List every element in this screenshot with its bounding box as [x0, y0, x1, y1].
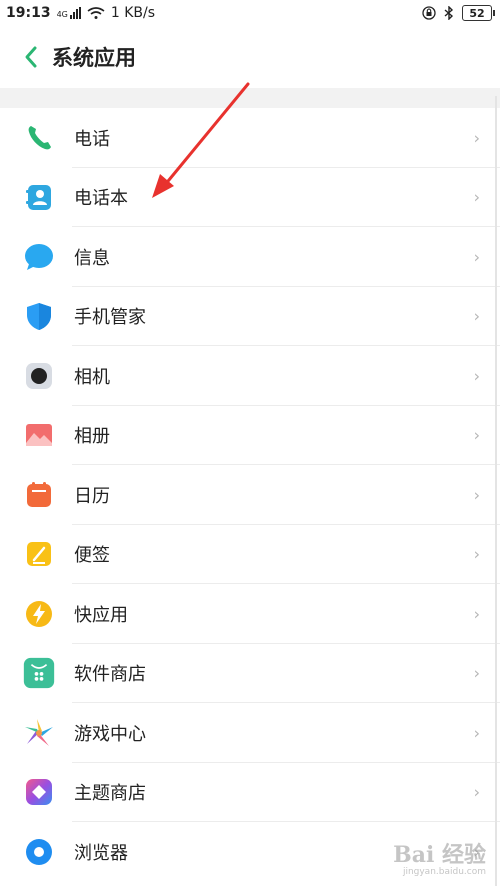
chevron-right-icon: ›: [473, 604, 480, 624]
status-right: 52: [422, 5, 500, 21]
list-item-label: 日历: [74, 485, 110, 507]
list-item-label: 相机: [74, 366, 110, 388]
back-button[interactable]: [12, 37, 50, 77]
battery-level: 52: [469, 6, 485, 20]
list-item-phone-manager[interactable]: 手机管家 ›: [0, 287, 500, 346]
chevron-right-icon: ›: [473, 366, 480, 386]
list-item-label: 相册: [74, 426, 110, 448]
list-item-theme-store[interactable]: 主题商店 ›: [0, 763, 500, 822]
game-center-icon: [23, 717, 55, 749]
scrollbar[interactable]: [495, 96, 497, 886]
list-item-phone[interactable]: 电话 ›: [0, 108, 500, 168]
gallery-icon: [23, 419, 55, 451]
chevron-right-icon: ›: [473, 247, 480, 267]
network-type: 4G: [56, 10, 68, 19]
status-bar: 19:13 4G 1 KB/s 52: [0, 0, 500, 26]
watermark-brand: Bai 经验: [393, 842, 486, 868]
browser-icon: [23, 836, 55, 868]
page-title: 系统应用: [52, 46, 136, 70]
list-item-label: 电话: [74, 128, 110, 150]
list-item-label: 软件商店: [74, 664, 146, 686]
chevron-right-icon: ›: [473, 782, 480, 802]
battery-icon: 52: [462, 5, 495, 21]
chevron-right-icon: ›: [473, 128, 480, 148]
bluetooth-icon: [444, 6, 454, 20]
network-speed: 1 KB/s: [110, 5, 156, 21]
chevron-right-icon: ›: [473, 544, 480, 564]
watermark-url: jingyan.baidu.com: [402, 867, 486, 877]
rotation-lock-icon: [422, 6, 436, 20]
chevron-right-icon: ›: [473, 425, 480, 445]
list-item-label: 电话本: [74, 188, 128, 210]
list-item-contacts[interactable]: 电话本 ›: [0, 168, 500, 227]
list-item-label: 便签: [74, 545, 110, 567]
shield-icon: [23, 300, 55, 332]
signal-icon: 4G: [57, 7, 81, 19]
chevron-right-icon: ›: [473, 723, 480, 743]
section-divider: [0, 88, 500, 108]
list-item-label: 信息: [74, 247, 110, 269]
wifi-icon: [87, 7, 105, 19]
list-item-gallery[interactable]: 相册 ›: [0, 406, 500, 465]
list-item-label: 主题商店: [74, 783, 146, 805]
quick-app-icon: [23, 598, 55, 630]
calendar-icon: [23, 479, 55, 511]
message-icon: [23, 241, 55, 273]
chevron-right-icon: ›: [473, 663, 480, 683]
header: 系统应用: [0, 26, 500, 88]
list-item-calendar[interactable]: 日历 ›: [0, 465, 500, 525]
list-item-quick-app[interactable]: 快应用 ›: [0, 584, 500, 644]
list-item-app-store[interactable]: 软件商店 ›: [0, 644, 500, 703]
app-store-icon: [23, 657, 55, 689]
list-item-camera[interactable]: 相机 ›: [0, 346, 500, 406]
list-item-label: 游戏中心: [74, 723, 146, 745]
chevron-right-icon: ›: [473, 187, 480, 207]
system-app-list: 电话 › 电话本 › 信息 › 手机管家 › 相机 › 相册 › 日历 › 便签…: [0, 108, 500, 882]
status-time: 19:13: [6, 5, 51, 21]
contacts-icon: [23, 181, 55, 213]
chevron-left-icon: [25, 46, 37, 68]
status-left: 19:13 4G 1 KB/s: [0, 5, 155, 21]
theme-store-icon: [23, 776, 55, 808]
list-item-label: 浏览器: [74, 842, 128, 864]
notes-icon: [23, 538, 55, 570]
chevron-right-icon: ›: [473, 306, 480, 326]
watermark-logo: Bai 经验 jingyan.baidu.com: [393, 837, 486, 877]
list-item-notes[interactable]: 便签 ›: [0, 525, 500, 584]
camera-icon: [23, 360, 55, 392]
list-item-label: 快应用: [74, 604, 128, 626]
list-item-label: 手机管家: [74, 307, 146, 329]
phone-icon: [23, 122, 55, 154]
chevron-right-icon: ›: [473, 485, 480, 505]
list-item-messages[interactable]: 信息 ›: [0, 227, 500, 287]
list-item-game-center[interactable]: 游戏中心 ›: [0, 703, 500, 763]
